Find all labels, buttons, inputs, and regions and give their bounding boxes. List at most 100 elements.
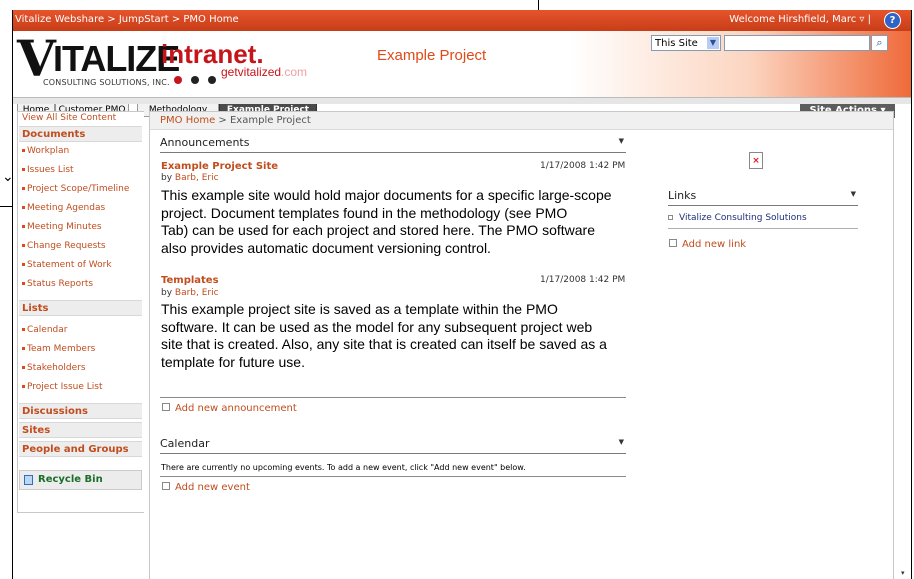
announcement-body-line: Tab) can be used for each project and st… (161, 222, 595, 238)
nav-item[interactable]: Status Reports (22, 279, 93, 289)
chevron-down-icon: ▾ (901, 569, 905, 577)
site-title[interactable]: Example Project (377, 47, 486, 64)
webpart-menu-arrow-icon[interactable]: ▼ (619, 137, 624, 145)
nav-item[interactable]: Stakeholders (22, 363, 86, 373)
search-scope-select[interactable]: This Site ▼ (651, 35, 721, 51)
nav-heading-documents[interactable]: Documents (19, 126, 142, 142)
nav-item-label: Meeting Agendas (27, 203, 106, 213)
add-new-announcement-link[interactable]: Add new announcement (162, 403, 297, 414)
announcements-webpart-header: Announcements ▼ (160, 136, 626, 153)
calendar-empty-message: There are currently no upcoming events. … (161, 463, 526, 472)
link-item[interactable]: Vitalize Consulting Solutions (668, 213, 807, 223)
webpart-menu-arrow-icon[interactable]: ▼ (851, 190, 856, 198)
chevron-down-icon[interactable]: ▼ (707, 37, 719, 49)
logo-dot (191, 76, 199, 84)
bullet-icon (22, 206, 25, 209)
content-breadcrumb-bar: PMO Home > Example Project (150, 112, 893, 130)
header-separator (13, 97, 911, 104)
calendar-webpart-header: Calendar ▼ (160, 437, 626, 454)
add-icon (162, 482, 170, 490)
announcement-body-line: software. It can be used as the model fo… (161, 318, 593, 335)
author-link[interactable]: Barb, Eric (175, 288, 219, 298)
webpart-divider (160, 397, 626, 398)
recycle-bin-icon (24, 475, 33, 485)
announcement-title[interactable]: Example Project Site (161, 161, 278, 172)
announcement-body-line: project. Document templates found in the… (161, 204, 568, 221)
search-input[interactable] (724, 35, 870, 51)
browser-page: Vitalize Webshare > JumpStart > PMO Home… (12, 10, 912, 579)
add-new-link-link[interactable]: Add new link (669, 239, 746, 250)
announcement-body: This example project site is saved as a … (161, 301, 636, 371)
bullet-icon (22, 168, 25, 171)
nav-item-label: Workplan (27, 146, 70, 156)
nav-heading-sites[interactable]: Sites (19, 422, 142, 438)
webpart-title[interactable]: Links (668, 189, 696, 202)
nav-item-label: Calendar (27, 325, 68, 335)
add-icon (162, 403, 170, 411)
nav-item[interactable]: Statement of Work (22, 260, 112, 270)
breadcrumb-link-pmo-home[interactable]: PMO Home (160, 115, 215, 126)
help-icon[interactable]: ? (884, 12, 901, 29)
announcement-date: 1/17/2008 1:42 PM (540, 275, 626, 285)
nav-item[interactable]: Issues List (22, 165, 74, 175)
nav-item[interactable]: Project Scope/Timeline (22, 184, 129, 194)
add-link-label: Add new event (175, 482, 250, 493)
bullet-icon (22, 263, 25, 266)
annotation-line (538, 0, 539, 10)
nav-item-label: Statement of Work (27, 260, 112, 270)
view-all-site-content-link[interactable]: View All Site Content (22, 113, 116, 123)
bullet-icon (22, 282, 25, 285)
logo-dot (174, 76, 182, 84)
announcement-body-line: site that is created. Also, any site tha… (161, 336, 607, 352)
nav-heading-people-and-groups[interactable]: People and Groups (19, 441, 142, 457)
logo-website-suffix: .com (281, 65, 308, 79)
author-link[interactable]: Barb, Eric (175, 173, 219, 183)
nav-item[interactable]: Meeting Agendas (22, 203, 105, 213)
nav-item-label: Meeting Minutes (27, 222, 102, 232)
logo-dot (208, 76, 216, 84)
nav-item[interactable]: Project Issue List (22, 382, 103, 392)
nav-item[interactable]: Team Members (22, 344, 95, 354)
broken-image-icon: × (749, 152, 763, 169)
welcome-menu[interactable]: Welcome Hirshfield, Marc ▿ | (729, 14, 871, 25)
webpart-divider (160, 476, 626, 477)
logo-intranet: intranet. (161, 39, 264, 69)
bullet-icon (22, 225, 25, 228)
add-new-event-link[interactable]: Add new event (162, 482, 250, 493)
breadcrumb: PMO Home > Example Project (160, 115, 311, 126)
announcement-body-line: template for future use. (161, 353, 305, 370)
announcement-author: by Barb, Eric (161, 173, 219, 183)
webpart-title[interactable]: Announcements (160, 136, 249, 149)
logo-tagline: CONSULTING SOLUTIONS, INC. (43, 78, 170, 87)
nav-item[interactable]: Meeting Minutes (22, 222, 102, 232)
global-breadcrumb[interactable]: Vitalize Webshare > JumpStart > PMO Home (15, 14, 239, 25)
vitalize-logo[interactable]: V ITALIZE intranet. getvitalized.com CON… (17, 33, 307, 88)
nav-item[interactable]: Change Requests (22, 241, 106, 251)
nav-item[interactable]: Workplan (22, 146, 69, 156)
link-label: Vitalize Consulting Solutions (679, 213, 807, 223)
nav-heading-discussions[interactable]: Discussions (19, 403, 142, 419)
add-link-label: Add new link (682, 239, 747, 250)
recycle-bin-label: Recycle Bin (38, 474, 103, 485)
search-icon[interactable]: ⌕ (871, 35, 888, 51)
nav-item[interactable]: Calendar (22, 325, 67, 335)
global-topbar: Vitalize Webshare > JumpStart > PMO Home… (13, 10, 911, 31)
site-header: V ITALIZE intranet. getvitalized.com CON… (13, 31, 911, 118)
announcement-body: This example site would hold major docum… (161, 187, 631, 257)
nav-heading-lists[interactable]: Lists (19, 300, 142, 316)
webpart-divider (668, 228, 858, 229)
nav-item-label: Team Members (27, 344, 96, 354)
nav-item-label: Issues List (27, 165, 74, 175)
announcement-body-line: This example project site is saved as a … (161, 301, 558, 317)
bullet-icon (22, 244, 25, 247)
author-prefix: by (161, 173, 175, 183)
webpart-menu-arrow-icon[interactable]: ▼ (619, 438, 624, 446)
recycle-bin-link[interactable]: Recycle Bin (19, 470, 142, 490)
bullet-icon (22, 385, 25, 388)
announcement-title[interactable]: Templates (161, 275, 219, 286)
bullet-icon (22, 347, 25, 350)
quick-launch: View All Site Content Documents Workplan… (17, 111, 144, 513)
webpart-title[interactable]: Calendar (160, 437, 209, 450)
announcement-body-line: also provides automatic document version… (161, 239, 491, 256)
bullet-icon (22, 328, 25, 331)
